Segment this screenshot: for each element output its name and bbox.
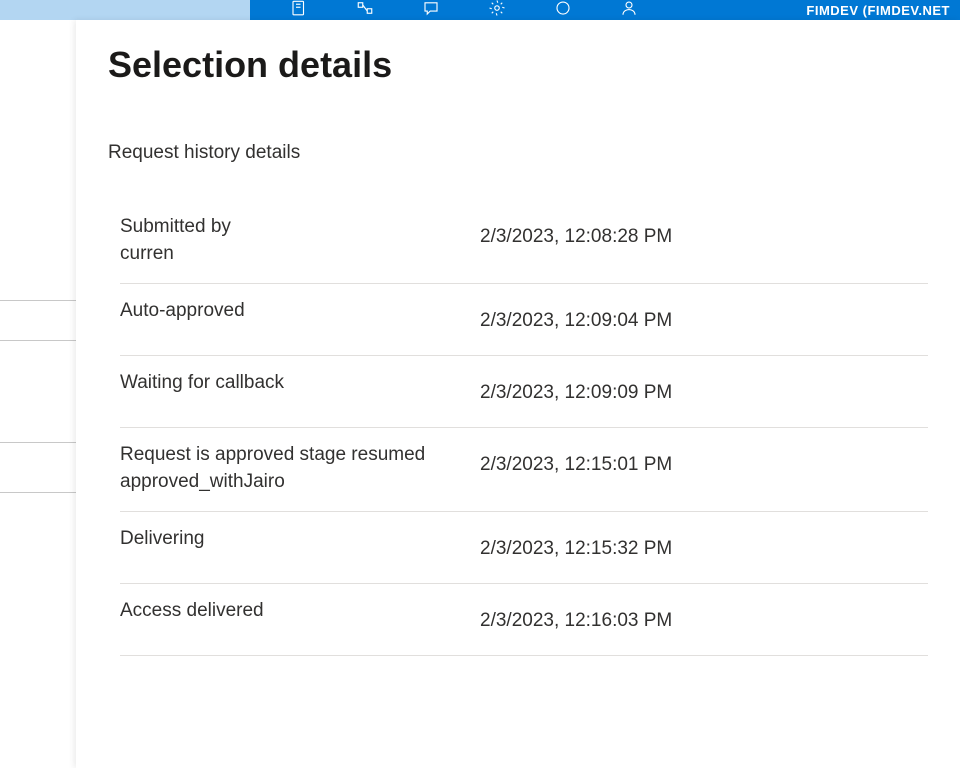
history-row: Delivering 2/3/2023, 12:15:32 PM bbox=[120, 512, 928, 584]
details-panel: Selection details Request history detail… bbox=[76, 20, 960, 768]
history-status-text: Delivering bbox=[120, 526, 460, 553]
notebook-icon[interactable] bbox=[290, 0, 308, 22]
circle-icon[interactable] bbox=[554, 0, 572, 22]
history-status: Auto-approved bbox=[120, 298, 480, 325]
sidebar-divider bbox=[0, 340, 76, 341]
history-row: Auto-approved 2/3/2023, 12:09:04 PM bbox=[120, 284, 928, 356]
history-timestamp: 2/3/2023, 12:09:04 PM bbox=[480, 298, 672, 332]
history-status-text: Submitted by bbox=[120, 214, 460, 241]
connector-icon[interactable] bbox=[356, 0, 374, 22]
history-row: Request is approved stage resumedapprove… bbox=[120, 428, 928, 512]
sidebar-divider bbox=[0, 300, 76, 301]
top-bar: FIMDEV (FIMDEV.NET bbox=[0, 0, 960, 20]
top-bar-selected-tab[interactable] bbox=[0, 0, 250, 20]
history-timestamp: 2/3/2023, 12:09:09 PM bbox=[480, 370, 672, 404]
history-timestamp: 2/3/2023, 12:15:01 PM bbox=[480, 442, 672, 476]
history-row: Waiting for callback 2/3/2023, 12:09:09 P… bbox=[120, 356, 928, 428]
history-status: Access delivered bbox=[120, 598, 480, 625]
history-status: Request is approved stage resumedapprove… bbox=[120, 442, 480, 495]
history-status: Submitted bycurren bbox=[120, 214, 480, 267]
panel-title: Selection details bbox=[108, 44, 928, 86]
history-status-text: Access delivered bbox=[120, 598, 460, 625]
history-status-text: Request is approved stage resumed bbox=[120, 442, 460, 469]
sidebar-divider bbox=[0, 442, 76, 443]
history-status: Delivering bbox=[120, 526, 480, 553]
left-sidebar bbox=[0, 20, 76, 768]
history-timestamp: 2/3/2023, 12:16:03 PM bbox=[480, 598, 672, 632]
history-list: Submitted bycurren2/3/2023, 12:08:28 PMA… bbox=[120, 200, 928, 656]
section-label: Request history details bbox=[108, 142, 928, 164]
sidebar-divider bbox=[0, 492, 76, 493]
history-status-text: Auto-approved bbox=[120, 298, 460, 325]
history-timestamp: 2/3/2023, 12:08:28 PM bbox=[480, 214, 672, 248]
history-status-subtext: approved_withJairo bbox=[120, 469, 460, 496]
history-row: Submitted bycurren2/3/2023, 12:08:28 PM bbox=[120, 200, 928, 284]
history-status: Waiting for callback bbox=[120, 370, 480, 397]
history-row: Access delivered 2/3/2023, 12:16:03 PM bbox=[120, 584, 928, 656]
history-timestamp: 2/3/2023, 12:15:32 PM bbox=[480, 526, 672, 560]
chat-icon[interactable] bbox=[422, 0, 440, 22]
top-bar-icons bbox=[290, 0, 638, 20]
history-status-subtext: curren bbox=[120, 241, 460, 268]
history-status-text: Waiting for callback bbox=[120, 370, 460, 397]
domain-label: FIMDEV (FIMDEV.NET bbox=[806, 3, 950, 18]
person-icon[interactable] bbox=[620, 0, 638, 22]
gear-icon[interactable] bbox=[488, 0, 506, 22]
